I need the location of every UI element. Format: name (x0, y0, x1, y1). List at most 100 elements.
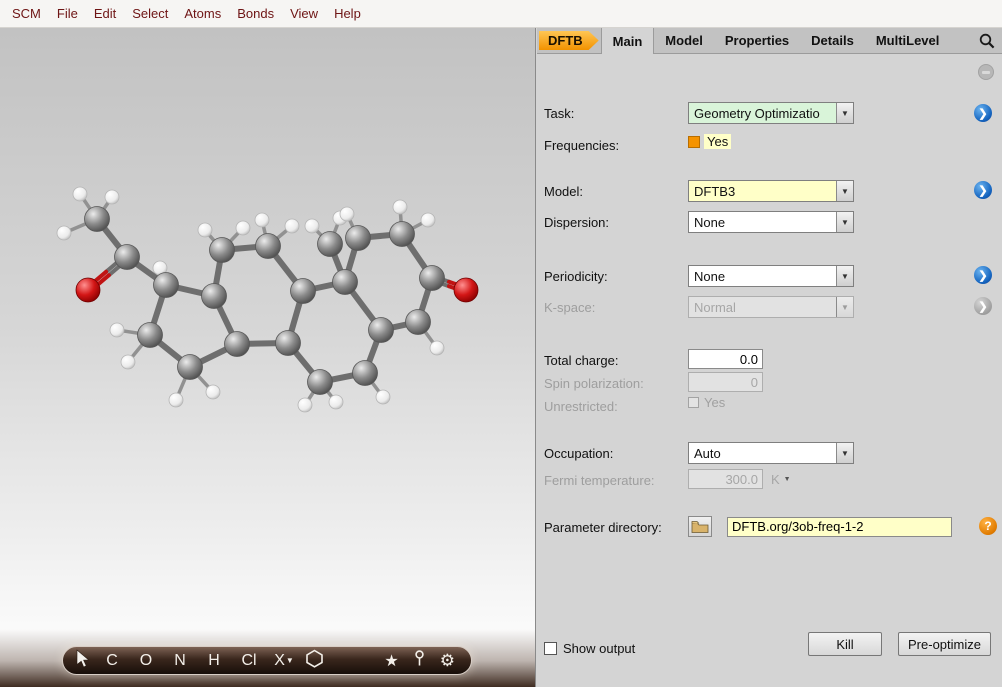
menu-item-bonds[interactable]: Bonds (229, 6, 282, 21)
search-icon (979, 33, 995, 48)
spin-polarization-row: Spin polarization: (544, 371, 1002, 395)
unrestricted-row: Unrestricted: Yes (544, 394, 1002, 418)
kspace-dropdown-icon: ▼ (836, 297, 853, 317)
spin-polarization-label: Spin polarization: (544, 375, 644, 391)
model-row: Model: DFTB3 ▼ (544, 179, 1002, 203)
task-value: Geometry Optimizatio (689, 103, 836, 123)
hexagon-icon (306, 649, 323, 668)
tab-dftb[interactable]: DFTB (539, 31, 599, 50)
total-charge-row: Total charge: (544, 348, 1002, 372)
model-detail-button[interactable]: ❯ (974, 181, 992, 199)
periodicity-value: None (689, 266, 836, 286)
dispersion-label: Dispersion: (544, 214, 610, 230)
model-value: DFTB3 (689, 181, 836, 201)
panel-menu-icon[interactable] (978, 64, 994, 80)
dispersion-value: None (689, 212, 836, 232)
molecule-model[interactable] (0, 28, 536, 687)
oxygen-atoms[interactable] (75, 277, 479, 303)
kill-button[interactable]: Kill (808, 632, 882, 656)
search-button[interactable] (979, 28, 1002, 53)
menu-bar: SCM File Edit Select Atoms Bonds View He… (0, 0, 1002, 28)
menu-item-atoms[interactable]: Atoms (176, 6, 229, 21)
preoptimize-button[interactable]: Pre-optimize (898, 632, 991, 656)
model-select[interactable]: DFTB3 ▼ (688, 180, 854, 202)
occupation-row: Occupation: Auto ▼ (544, 441, 1002, 465)
task-detail-button[interactable]: ❯ (974, 104, 992, 122)
occupation-dropdown-icon[interactable]: ▼ (836, 443, 853, 463)
total-charge-input[interactable] (688, 349, 763, 369)
settings-panel: DFTB Main Model Properties Details Multi… (537, 28, 1002, 687)
total-charge-label: Total charge: (544, 352, 619, 368)
hydrogen-bond-lines (62, 192, 439, 407)
unrestricted-checkbox (688, 397, 699, 408)
kspace-detail-button: ❯ (974, 297, 992, 315)
kspace-value: Normal (689, 297, 836, 317)
menu-item-edit[interactable]: Edit (86, 6, 124, 21)
carbon-atoms[interactable] (84, 206, 445, 395)
frequencies-checkbox[interactable] (688, 135, 700, 148)
browse-folder-button[interactable] (688, 516, 712, 537)
tab-multilevel[interactable]: MultiLevel (865, 28, 951, 53)
element-o-button[interactable]: O (129, 652, 163, 670)
structures-tool-icon[interactable] (384, 651, 398, 671)
gear-icon[interactable] (440, 651, 455, 671)
unrestricted-label: Unrestricted: (544, 398, 618, 414)
frequencies-yes-label: Yes (704, 134, 732, 149)
tab-properties[interactable]: Properties (714, 28, 800, 53)
element-x-button[interactable]: X▼ (267, 652, 301, 670)
element-n-button[interactable]: N (163, 652, 197, 670)
dispersion-select[interactable]: None ▼ (688, 211, 854, 233)
folder-icon (691, 521, 709, 533)
kspace-label: K-space: (544, 299, 596, 315)
select-tool-button[interactable] (75, 648, 90, 673)
tab-bar: DFTB Main Model Properties Details Multi… (537, 28, 1002, 54)
periodicity-detail-button[interactable]: ❯ (974, 266, 992, 284)
element-c-button[interactable]: C (95, 652, 129, 670)
hydrogen-atoms[interactable] (56, 186, 445, 413)
pin-tool-icon[interactable] (414, 649, 425, 672)
fermi-unit-dropdown-icon: ▼ (783, 475, 791, 483)
menu-item-file[interactable]: File (49, 6, 86, 21)
periodicity-row: Periodicity: None ▼ (544, 264, 1002, 288)
model-label: Model: (544, 183, 584, 199)
show-output-label: Show output (563, 640, 636, 656)
toolbar-right-icons (384, 649, 455, 672)
parameter-directory-label: Parameter directory: (544, 519, 662, 535)
periodicity-label: Periodicity: (544, 268, 608, 284)
element-x-label: X (274, 651, 285, 669)
menu-item-view[interactable]: View (282, 6, 326, 21)
periodicity-dropdown-icon[interactable]: ▼ (836, 266, 853, 286)
menu-item-scm[interactable]: SCM (4, 6, 49, 21)
spin-polarization-input (688, 372, 763, 392)
element-h-button[interactable]: H (197, 652, 231, 670)
element-cl-button[interactable]: Cl (231, 652, 267, 670)
parameter-directory-input[interactable] (727, 516, 952, 537)
task-select[interactable]: Geometry Optimizatio ▼ (688, 102, 854, 124)
periodicity-select[interactable]: None ▼ (688, 265, 854, 287)
help-button[interactable]: ? (979, 517, 997, 535)
kspace-row: K-space: Normal ▼ (544, 295, 1002, 319)
task-label: Task: (544, 105, 575, 121)
tab-main[interactable]: Main (600, 28, 655, 54)
fermi-temperature-row: Fermi temperature: K ▼ (544, 468, 1002, 492)
builder-toolbar: C O N H Cl X▼ (62, 646, 472, 675)
tab-details[interactable]: Details (800, 28, 865, 53)
frequencies-row: Frequencies: Yes (544, 133, 1002, 157)
fermi-temperature-label: Fermi temperature: (544, 472, 655, 488)
ring-tool-button[interactable] (305, 649, 324, 673)
dispersion-dropdown-icon[interactable]: ▼ (836, 212, 853, 232)
element-x-dropdown-icon: ▼ (285, 655, 294, 665)
menu-item-select[interactable]: Select (124, 6, 176, 21)
occupation-select[interactable]: Auto ▼ (688, 442, 854, 464)
show-output-checkbox[interactable] (544, 641, 557, 655)
model-dropdown-icon[interactable]: ▼ (836, 181, 853, 201)
frequencies-label: Frequencies: (544, 137, 620, 153)
molecule-viewer[interactable]: C O N H Cl X▼ (0, 28, 536, 687)
occupation-value: Auto (689, 443, 836, 463)
tab-model[interactable]: Model (654, 28, 714, 53)
fermi-unit-label: K (771, 471, 780, 487)
parameter-directory-row: Parameter directory: (544, 515, 1002, 539)
task-dropdown-icon[interactable]: ▼ (836, 103, 853, 123)
dispersion-row: Dispersion: None ▼ (544, 210, 1002, 234)
menu-item-help[interactable]: Help (326, 6, 369, 21)
